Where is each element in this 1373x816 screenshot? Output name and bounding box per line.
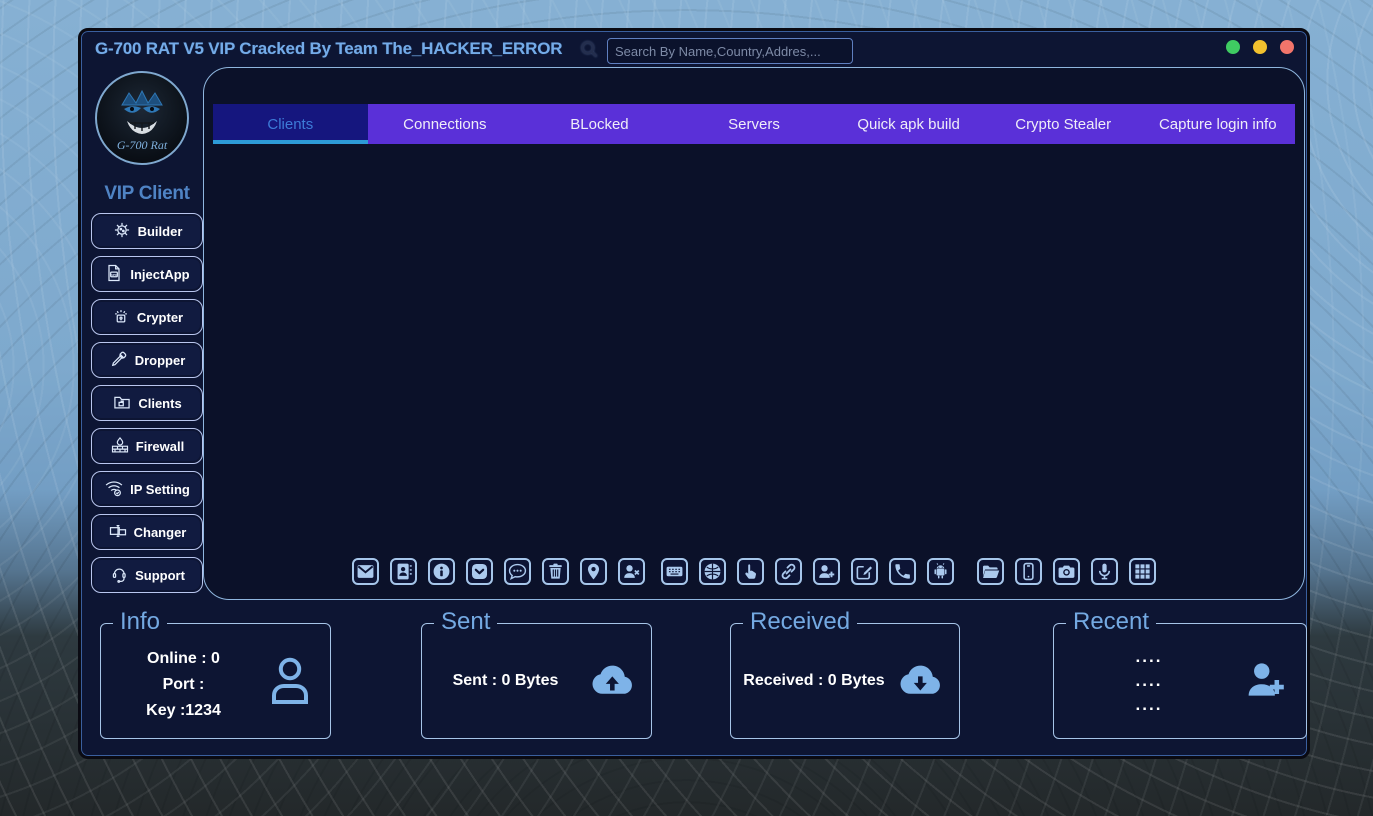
sidebar-button-label: Builder — [138, 224, 183, 239]
key-value: Key :1234 — [101, 698, 266, 724]
minimize-light[interactable] — [1226, 40, 1240, 54]
window-controls — [1226, 40, 1294, 54]
recent-panel: Recent .... .... .... — [1053, 623, 1307, 739]
sidebar-button-label: InjectApp — [130, 267, 189, 282]
svg-text:APK: APK — [111, 272, 118, 276]
keyboard-icon[interactable] — [661, 558, 688, 585]
sidebar-button-label: Support — [135, 568, 185, 583]
tab-label: Capture login info — [1159, 116, 1277, 133]
folder-icon — [112, 392, 132, 415]
app-window: G-700 RAT V5 VIP Cracked By Team The_HAC… — [78, 28, 1310, 759]
tab-capture-login-info[interactable]: Capture login info — [1140, 104, 1295, 144]
sidebar: Builder APK InjectApp Crypter Dropper Cl… — [91, 213, 203, 593]
tab-connections[interactable]: Connections — [368, 104, 523, 144]
injectapp-button[interactable]: APK InjectApp — [91, 256, 203, 292]
user-plus-icon — [1244, 658, 1290, 705]
recent-item: .... — [1054, 693, 1244, 717]
tab-crypto-stealer[interactable]: Crypto Stealer — [986, 104, 1141, 144]
builder-button[interactable]: Builder — [91, 213, 203, 249]
tab-label: Quick apk build — [857, 116, 960, 133]
apk-file-icon: APK — [104, 263, 124, 286]
tab-clients[interactable]: Clients — [213, 104, 368, 144]
tab-label: Servers — [728, 116, 780, 133]
address-book-icon[interactable] — [390, 558, 417, 585]
app-title: G-700 RAT V5 VIP Cracked By Team The_HAC… — [95, 39, 562, 59]
close-light[interactable] — [1280, 40, 1294, 54]
main-content: Clients Connections BLocked Servers Quic… — [203, 67, 1305, 600]
received-value: Received : 0 Bytes — [731, 672, 897, 690]
sms-icon[interactable] — [504, 558, 531, 585]
recent-list: .... .... .... — [1054, 645, 1244, 717]
folder-open-icon[interactable] — [977, 558, 1004, 585]
cloud-upload-icon — [589, 661, 635, 702]
brand-label: VIP Client — [91, 183, 203, 205]
firewall-icon — [110, 435, 130, 458]
tab-label: Clients — [267, 116, 313, 133]
phone-icon[interactable] — [889, 558, 916, 585]
search-input[interactable] — [607, 38, 853, 64]
pocket-badge-icon[interactable] — [466, 558, 493, 585]
tab-quick-apk-build[interactable]: Quick apk build — [831, 104, 986, 144]
smartphone-icon[interactable] — [1015, 558, 1042, 585]
firewall-button[interactable]: Firewall — [91, 428, 203, 464]
sent-panel: Sent Sent : 0 Bytes — [421, 623, 652, 739]
window-icon — [108, 521, 128, 544]
app-logo: G-700 Rat — [95, 71, 189, 165]
ip-setting-button[interactable]: IP Setting — [91, 471, 203, 507]
tab-blocked[interactable]: BLocked — [522, 104, 677, 144]
sidebar-button-label: Clients — [138, 396, 181, 411]
user-add-icon[interactable] — [813, 558, 840, 585]
mail-icon[interactable] — [352, 558, 379, 585]
crypter-button[interactable]: Crypter — [91, 299, 203, 335]
dropper-button[interactable]: Dropper — [91, 342, 203, 378]
apps-grid-icon[interactable] — [1129, 558, 1156, 585]
virus-icon — [112, 220, 132, 243]
sidebar-button-label: IP Setting — [130, 482, 190, 497]
port-value: Port : — [101, 672, 266, 698]
headset-icon — [109, 564, 129, 587]
sidebar-button-label: Dropper — [135, 353, 186, 368]
sidebar-button-label: Firewall — [136, 439, 184, 454]
cloud-download-icon — [897, 661, 943, 702]
sidebar-button-label: Changer — [134, 525, 187, 540]
recent-item: .... — [1054, 669, 1244, 693]
wifi-check-icon — [104, 478, 124, 501]
sidebar-button-label: Crypter — [137, 310, 183, 325]
info-icon[interactable] — [428, 558, 455, 585]
svg-text:G-700 Rat: G-700 Rat — [117, 138, 168, 152]
tap-icon[interactable] — [737, 558, 764, 585]
tab-label: BLocked — [570, 116, 628, 133]
link-icon[interactable] — [775, 558, 802, 585]
maximize-light[interactable] — [1253, 40, 1267, 54]
info-panel: Info Online : 0 Port : Key :1234 — [100, 623, 331, 739]
info-panel-lines: Online : 0 Port : Key :1234 — [101, 638, 266, 724]
recent-item: .... — [1054, 645, 1244, 669]
clients-button[interactable]: Clients — [91, 385, 203, 421]
trash-icon[interactable] — [542, 558, 569, 585]
online-count: Online : 0 — [101, 646, 266, 672]
received-panel: Received Received : 0 Bytes — [730, 623, 960, 739]
android-icon[interactable] — [927, 558, 954, 585]
microphone-icon[interactable] — [1091, 558, 1118, 585]
globe-icon[interactable] — [699, 558, 726, 585]
dropper-icon — [109, 349, 129, 372]
camera-icon[interactable] — [1053, 558, 1080, 585]
tab-label: Crypto Stealer — [1015, 116, 1111, 133]
title-bar: G-700 RAT V5 VIP Cracked By Team The_HAC… — [81, 31, 1307, 69]
location-icon[interactable] — [580, 558, 607, 585]
changer-button[interactable]: Changer — [91, 514, 203, 550]
edit-icon[interactable] — [851, 558, 878, 585]
sent-value: Sent : 0 Bytes — [422, 672, 589, 690]
crypter-icon — [111, 306, 131, 329]
action-toolbar — [204, 558, 1304, 585]
user-outline-icon — [266, 653, 314, 710]
tab-servers[interactable]: Servers — [677, 104, 832, 144]
tab-bar: Clients Connections BLocked Servers Quic… — [213, 104, 1295, 144]
support-button[interactable]: Support — [91, 557, 203, 593]
user-remove-icon[interactable] — [618, 558, 645, 585]
search-icon — [579, 39, 599, 59]
tab-label: Connections — [403, 116, 486, 133]
